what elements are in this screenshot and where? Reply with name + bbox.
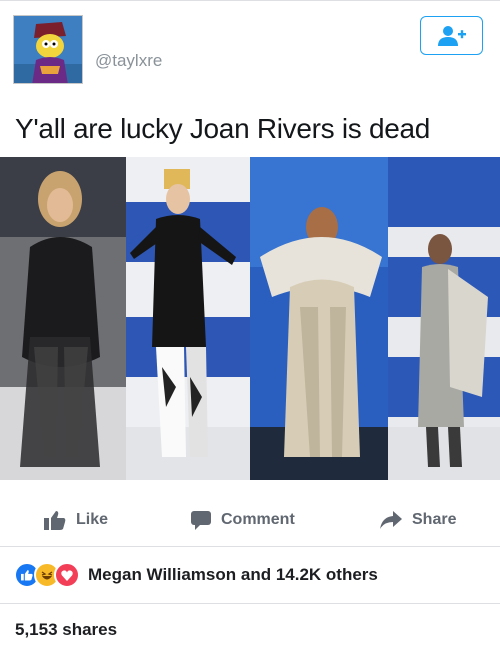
- tweet-photo-4[interactable]: [388, 157, 500, 480]
- action-bar: Like Comment Share: [0, 495, 500, 545]
- comment-button[interactable]: Comment: [191, 495, 295, 545]
- tweet-photo-2[interactable]: [126, 157, 250, 480]
- tweet-photo-3[interactable]: [250, 157, 388, 480]
- share-button[interactable]: Share: [380, 495, 456, 545]
- divider: [0, 603, 500, 604]
- follow-button[interactable]: [420, 16, 483, 55]
- like-button[interactable]: Like: [44, 495, 108, 545]
- tweet-text: Y'all are lucky Joan Rivers is dead: [15, 113, 431, 144]
- thumbs-up-icon: [44, 511, 66, 530]
- like-label: Like: [76, 511, 109, 528]
- user-handle[interactable]: @taylxre: [95, 51, 162, 71]
- add-user-icon: [437, 25, 466, 46]
- comment-icon: [191, 511, 211, 530]
- share-icon: [380, 511, 402, 529]
- shares-count[interactable]: 5,153 shares: [15, 620, 117, 640]
- comment-label: Comment: [221, 511, 295, 528]
- divider: [0, 546, 500, 547]
- love-icon: [54, 562, 80, 588]
- reactions-text: Megan Williamson and 14.2K others: [88, 565, 378, 584]
- reactions-summary[interactable]: Megan Williamson and 14.2K others: [14, 562, 378, 588]
- tweet-photo-1[interactable]: [0, 157, 126, 480]
- share-label: Share: [412, 511, 457, 528]
- profile-avatar[interactable]: [13, 15, 83, 84]
- top-divider: [0, 0, 500, 1]
